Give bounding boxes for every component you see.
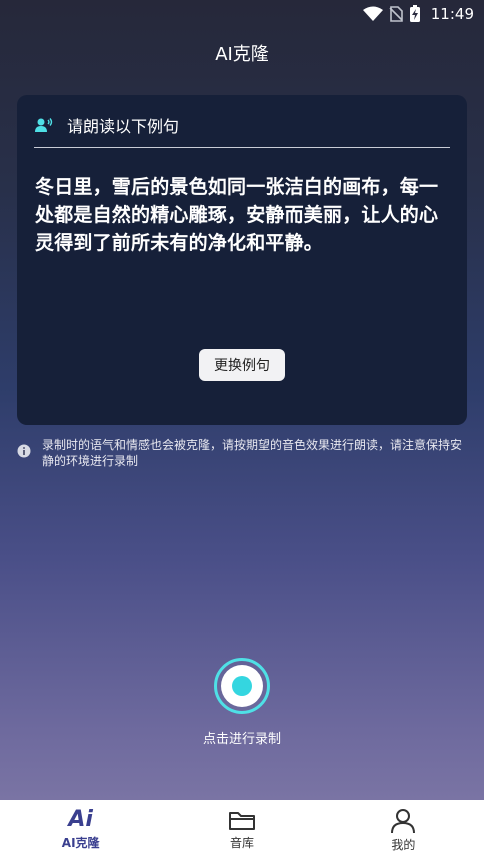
card-header: 请朗读以下例句	[35, 111, 449, 139]
folder-icon	[228, 812, 255, 830]
ai-icon: Ai	[68, 807, 93, 832]
no-sim-icon	[389, 6, 403, 22]
record-dot-icon	[232, 676, 252, 696]
speaking-person-icon	[35, 118, 53, 132]
card-header-label: 请朗读以下例句	[67, 117, 180, 136]
battery-charging-icon	[409, 5, 420, 22]
record-label: 点击进行录制	[202, 732, 281, 747]
record-button[interactable]	[214, 658, 270, 714]
info-icon	[17, 444, 31, 458]
tab-voice-library[interactable]: 音库	[161, 800, 322, 860]
status-time: 11:49	[430, 5, 474, 23]
change-sample-button[interactable]: 更换例句	[199, 349, 285, 381]
status-bar: 11:49	[0, 0, 484, 28]
tab-label: AI克隆	[61, 836, 100, 850]
person-icon	[391, 809, 416, 834]
sample-card: 请朗读以下例句 冬日里，雪后的景色如同一张洁白的画布，每一处都是自然的精心雕琢，…	[17, 95, 467, 425]
tab-label: 音库	[229, 836, 254, 850]
wifi-icon	[362, 6, 383, 21]
sample-text: 冬日里，雪后的景色如同一张洁白的画布，每一处都是自然的精心雕琢，安静而美丽，让人…	[35, 176, 439, 254]
tab-mine[interactable]: 我的	[323, 800, 484, 860]
page-title: AI克隆	[215, 44, 269, 65]
notice-text: 录制时的语气和情感也会被克隆，请按期望的音色效果进行朗读，请注意保持安静的环境进…	[42, 438, 463, 468]
tab-label: 我的	[391, 838, 416, 852]
divider	[34, 147, 450, 148]
bottom-tab-bar: Ai AI克隆 音库 我的	[0, 800, 484, 860]
record-button-inner	[221, 665, 263, 707]
tab-ai-clone[interactable]: Ai AI克隆	[0, 800, 161, 860]
recording-notice: 录制时的语气和情感也会被克隆，请按期望的音色效果进行朗读，请注意保持安静的环境进…	[17, 437, 467, 469]
